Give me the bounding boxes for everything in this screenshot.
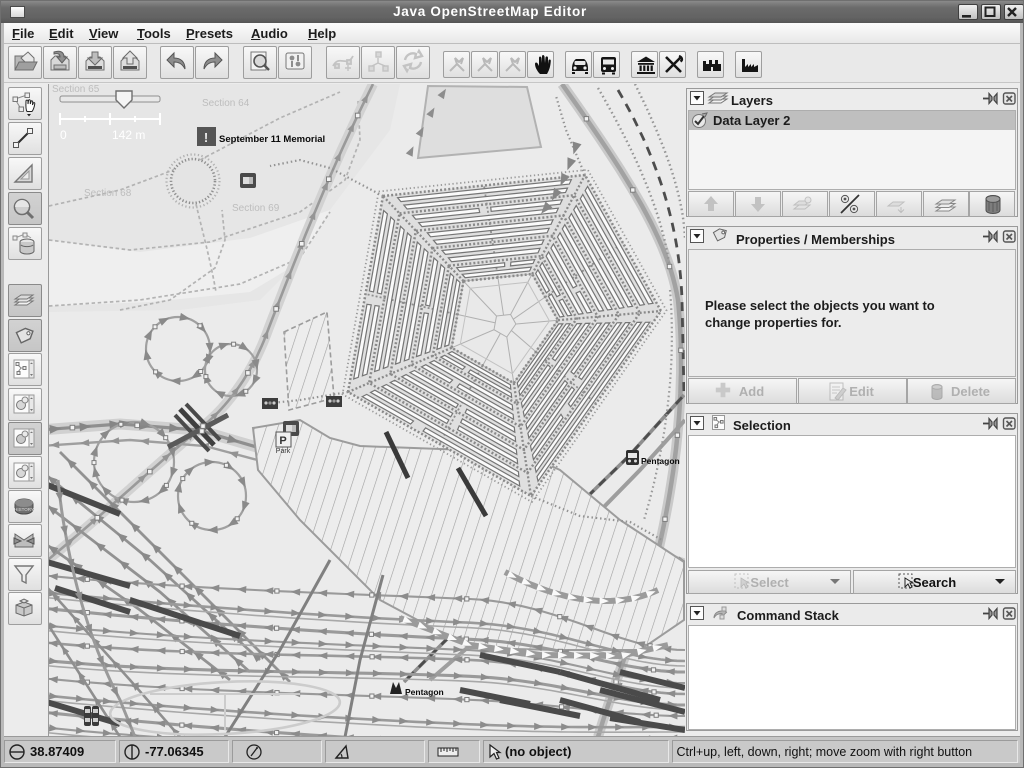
svg-text:P: P (279, 435, 286, 447)
svg-text:HISTORY: HISTORY (14, 507, 34, 512)
svg-text:Section 64: Section 64 (202, 98, 250, 109)
svg-text:Section 69: Section 69 (232, 203, 280, 214)
svg-text:142 m: 142 m (112, 128, 145, 142)
svg-text:Section 68: Section 68 (84, 188, 132, 199)
svg-text:0: 0 (60, 128, 67, 142)
svg-text:Pentagon: Pentagon (405, 687, 444, 697)
svg-text:Pentagon: Pentagon (641, 456, 680, 466)
svg-text:!: ! (204, 130, 208, 145)
svg-text:Section 65: Section 65 (52, 84, 100, 95)
svg-text:September 11 Memorial: September 11 Memorial (219, 134, 325, 145)
svg-text:Park: Park (276, 448, 291, 455)
